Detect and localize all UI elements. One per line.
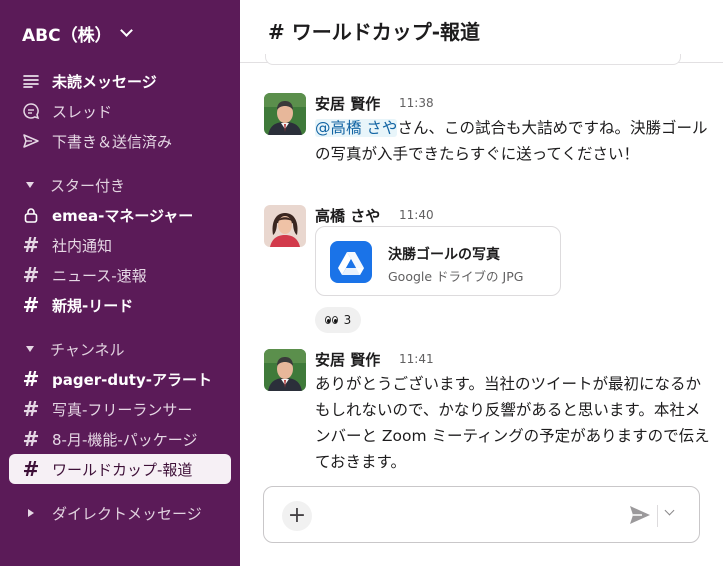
sidebar-item-label: 写真-フリーランサー <box>52 400 193 419</box>
avatar[interactable] <box>264 205 306 247</box>
message-body: ありがとうございます。当社のツイートが最初になるかもしれないので、かなり反響があ… <box>315 371 710 475</box>
user-mention[interactable]: @高橋 さや <box>315 119 398 137</box>
sidebar-item-news[interactable]: # ニュース-速報 <box>22 263 147 287</box>
chevron-down-icon <box>119 24 133 37</box>
hash-icon: # <box>22 397 40 421</box>
hash-icon: # <box>22 263 40 287</box>
sidebar: ABC（株） 未読メッセージ スレッド 下書き＆送信済み スター付き emea-… <box>0 0 240 566</box>
sidebar-item-label: pager-duty-アラート <box>52 370 212 389</box>
sidebar-item-label: 下書き＆送信済み <box>52 132 173 151</box>
sidebar-item-label: ニュース-速報 <box>52 266 147 285</box>
message-author[interactable]: 安居 賢作 <box>315 349 380 370</box>
avatar[interactable] <box>264 93 306 135</box>
message-timestamp[interactable]: 11:41 <box>399 352 434 366</box>
google-drive-icon <box>330 241 372 283</box>
sidebar-item-unread[interactable]: 未読メッセージ <box>22 69 157 93</box>
channel-name: ワールドカップ-報道 <box>291 20 481 44</box>
avatar[interactable] <box>264 349 306 391</box>
sidebar-item-drafts[interactable]: 下書き＆送信済み <box>22 129 172 153</box>
file-name: 決勝ゴールの写真 <box>388 247 500 263</box>
message-body: @高橋 さやさん、この試合も大詰めですね。決勝ゴールの写真が入手できたらすぐに送… <box>315 115 710 167</box>
sidebar-item-label: ワールドカップ-報道 <box>52 460 193 479</box>
sidebar-item-new-leads[interactable]: # 新規-リード <box>22 293 134 317</box>
workspace-name: ABC（株） <box>22 25 112 46</box>
caret-right-icon <box>28 509 34 517</box>
plus-icon: + <box>287 503 307 528</box>
sidebar-item-label: 未読メッセージ <box>52 72 157 91</box>
add-attachment-button[interactable]: + <box>282 501 312 531</box>
send-options-chevron-icon[interactable] <box>664 505 675 516</box>
caret-down-icon <box>26 346 34 352</box>
sidebar-item-emea-managers[interactable]: emea-マネージャー <box>22 203 193 227</box>
message-composer[interactable]: + <box>263 486 700 543</box>
hash-icon: # <box>22 427 40 451</box>
divider <box>657 505 658 527</box>
section-starred[interactable]: スター付き <box>26 174 125 196</box>
workspace-switcher[interactable]: ABC（株） <box>22 20 133 46</box>
section-label: チャンネル <box>50 340 125 359</box>
message-author[interactable]: 高橋 さや <box>315 205 380 226</box>
thread-bubble-icon <box>22 102 40 120</box>
hash-icon: # <box>22 367 40 391</box>
avatar-man-icon <box>264 93 306 135</box>
sidebar-item-label: 8-月-機能-パッケージ <box>52 430 198 449</box>
send-icon[interactable] <box>628 503 652 527</box>
section-channels[interactable]: チャンネル <box>26 338 125 360</box>
file-meta: Google ドライブの JPG <box>388 269 524 284</box>
avatar-woman-icon <box>264 205 306 247</box>
section-label: ダイレクトメッセージ <box>52 504 202 523</box>
unread-lines-icon <box>22 72 40 90</box>
hash-icon: # <box>22 457 40 481</box>
message-text: ありがとうございます。当社のツイートが最初になるかもしれないので、かなり反響があ… <box>315 375 710 471</box>
sidebar-item-world-cup[interactable]: # ワールドカップ-報道 <box>9 454 231 484</box>
message-author[interactable]: 安居 賢作 <box>315 93 380 114</box>
sidebar-item-pager-duty[interactable]: # pager-duty-アラート <box>22 367 212 391</box>
reaction-eyes[interactable]: 3 <box>315 307 361 333</box>
hash-icon: # <box>22 233 40 257</box>
hash-icon: # <box>22 293 40 317</box>
file-attachment[interactable]: 決勝ゴールの写真 Google ドライブの JPG <box>315 226 561 296</box>
reaction-count: 3 <box>343 313 352 327</box>
sidebar-item-august-feature-package[interactable]: # 8-月-機能-パッケージ <box>22 427 198 451</box>
sidebar-item-label: 新規-リード <box>52 296 134 315</box>
send-arrow-icon <box>22 132 40 150</box>
lock-icon <box>22 206 40 224</box>
sidebar-item-label: emea-マネージャー <box>52 206 194 225</box>
hash-icon: # <box>268 20 285 44</box>
previous-message-edge <box>265 54 681 65</box>
sidebar-item-photo-freelancers[interactable]: # 写真-フリーランサー <box>22 397 193 421</box>
avatar-man-icon <box>264 349 306 391</box>
eyes-emoji-icon <box>324 316 339 324</box>
section-label: スター付き <box>50 176 126 195</box>
channel-title[interactable]: # ワールドカップ-報道 <box>268 16 480 45</box>
message-timestamp[interactable]: 11:40 <box>399 208 434 222</box>
sidebar-item-label: スレッド <box>52 102 113 121</box>
sidebar-item-label: 社内通知 <box>52 236 113 255</box>
sidebar-item-announcements[interactable]: # 社内通知 <box>22 233 112 257</box>
sidebar-item-threads[interactable]: スレッド <box>22 99 112 123</box>
section-direct-messages[interactable]: ダイレクトメッセージ <box>26 502 202 524</box>
caret-down-icon <box>26 182 34 188</box>
message-timestamp[interactable]: 11:38 <box>399 96 434 110</box>
